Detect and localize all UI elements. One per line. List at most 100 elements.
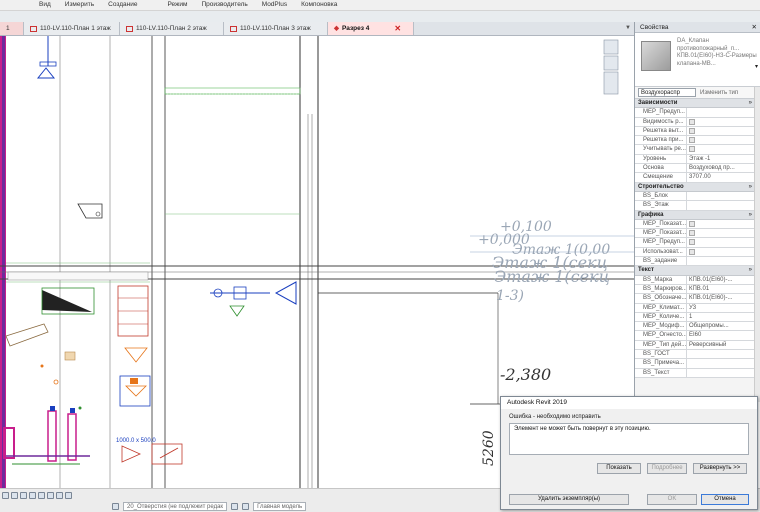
property-row[interactable]: Уровень Этаж -1 <box>635 154 755 165</box>
reveal-hidden-icon[interactable] <box>65 491 72 499</box>
collapse-icon[interactable]: » <box>749 99 752 108</box>
property-value[interactable]: КПВ.01(EI60)-... <box>687 294 755 302</box>
property-value[interactable] <box>687 127 755 135</box>
property-value[interactable]: 3707.00 <box>687 173 755 181</box>
property-value[interactable] <box>687 257 755 265</box>
checkbox[interactable] <box>689 146 695 153</box>
property-row[interactable]: BS_ГОСТ <box>635 350 755 360</box>
tab-section-4[interactable]: ◆ Разрез 4 ✕ <box>328 22 414 35</box>
property-row[interactable]: MEP_Количе... 1 <box>635 312 755 323</box>
checkbox[interactable] <box>689 118 695 125</box>
property-value[interactable]: Реверсивный <box>687 341 755 349</box>
property-value[interactable]: У3 <box>687 304 755 312</box>
tab-plan-1[interactable]: 110-LV.110-План 1 этаж <box>24 22 120 35</box>
property-row[interactable]: BS_Примеча... <box>635 359 755 369</box>
design-options-icon[interactable] <box>242 503 250 510</box>
property-row[interactable]: Видимость р... <box>635 117 755 127</box>
property-row[interactable]: MEP_Показат... <box>635 229 755 239</box>
property-section[interactable]: Текст » <box>635 266 755 276</box>
crop-view-icon[interactable] <box>47 491 54 499</box>
checkbox[interactable] <box>689 239 695 246</box>
menu-manufacturer[interactable]: Производитель <box>195 0 255 10</box>
properties-scrollbar[interactable] <box>754 87 760 402</box>
property-row[interactable]: MEP_Показат... <box>635 219 755 230</box>
property-value[interactable]: КПВ.01(EI60)-... <box>687 276 755 284</box>
tab-close-icon[interactable]: ✕ <box>394 22 401 35</box>
menu-layout[interactable]: Компоновка <box>294 0 344 10</box>
menu-measure[interactable]: Измерить <box>58 0 101 10</box>
property-value[interactable]: Этаж -1 <box>687 155 755 163</box>
property-row[interactable]: Использоват... <box>635 247 755 258</box>
checkbox[interactable] <box>689 220 695 227</box>
delete-instances-button[interactable]: Удалить экземпляр(ы) <box>509 494 629 505</box>
checkbox[interactable] <box>689 230 695 237</box>
property-section[interactable]: Зависимости » <box>635 99 755 109</box>
collapse-icon[interactable]: » <box>749 183 752 192</box>
property-value[interactable]: Общепромы... <box>687 322 755 330</box>
scale-icon[interactable] <box>2 491 9 499</box>
property-row[interactable]: Учитывать ре... <box>635 145 755 155</box>
properties-close-icon[interactable]: ✕ <box>752 22 757 33</box>
show-button[interactable]: Показать <box>597 463 641 474</box>
property-row[interactable]: MEP_Модиф... Общепромы... <box>635 322 755 332</box>
sun-path-icon[interactable] <box>29 491 36 499</box>
property-value[interactable]: EI60 <box>687 331 755 339</box>
menu-create[interactable]: Создание <box>101 0 144 10</box>
property-value[interactable] <box>687 238 755 246</box>
menu-view[interactable]: Вид <box>32 0 58 10</box>
property-value[interactable] <box>687 350 755 358</box>
tab-plan-2[interactable]: 110-LV.110-План 2 этаж <box>120 22 224 35</box>
checkbox[interactable] <box>689 127 695 134</box>
property-row[interactable]: BS_Обозначе... КПВ.01(EI60)-... <box>635 294 755 304</box>
property-value[interactable] <box>687 229 755 237</box>
main-model-dropdown[interactable]: Главная модель <box>253 502 307 511</box>
property-row[interactable]: BS_Этаж <box>635 201 755 211</box>
category-dropdown[interactable]: Воздухораспр <box>638 88 696 97</box>
editable-only-icon[interactable] <box>231 503 239 510</box>
property-value[interactable] <box>687 118 755 126</box>
property-value[interactable]: Воздуховод пр... <box>687 164 755 172</box>
property-value[interactable] <box>687 220 755 228</box>
property-value[interactable] <box>687 201 755 209</box>
property-value[interactable] <box>687 136 755 144</box>
property-row[interactable]: Решетка при... <box>635 136 755 146</box>
edit-type-button[interactable]: Изменить тип <box>700 90 738 96</box>
menu-modplus[interactable]: ModPlus <box>255 0 294 10</box>
tabs-dropdown-icon[interactable]: ▼ <box>625 25 631 31</box>
property-row[interactable]: BS_Блок <box>635 191 755 202</box>
property-value[interactable] <box>687 369 755 377</box>
chevron-down-icon[interactable]: ▾ <box>755 63 758 70</box>
collapse-icon[interactable]: » <box>749 211 752 220</box>
expand-button[interactable]: Развернуть >> <box>693 463 747 474</box>
property-value[interactable] <box>687 108 755 116</box>
property-value[interactable] <box>687 359 755 367</box>
shadows-icon[interactable] <box>38 491 45 499</box>
detail-level-icon[interactable] <box>11 491 18 499</box>
property-row[interactable]: BS_Марка КПВ.01(EI60)-... <box>635 275 755 285</box>
property-row[interactable]: MEP_Предуп... <box>635 108 755 118</box>
menu-mode[interactable]: Режим <box>160 0 194 10</box>
tab-1[interactable]: 1 <box>0 22 24 35</box>
workset-dropdown[interactable]: 20_Отверстия (не подлежит редак <box>123 502 228 511</box>
property-row[interactable]: MEP_Огнесто... EI60 <box>635 331 755 341</box>
checkbox[interactable] <box>689 248 695 255</box>
property-value[interactable] <box>687 145 755 153</box>
property-row[interactable]: Смещение 3707.00 <box>635 173 755 183</box>
property-section[interactable]: Графика » <box>635 210 755 220</box>
property-row[interactable]: Основа Воздуховод пр... <box>635 164 755 174</box>
property-value[interactable] <box>687 192 755 200</box>
visual-style-icon[interactable] <box>20 491 27 499</box>
property-row[interactable]: BS_задание <box>635 257 755 267</box>
property-row[interactable]: MEP_Тип дей... Реверсивный <box>635 340 755 351</box>
message-scrollbar[interactable] <box>741 425 747 453</box>
property-row[interactable]: Решетка выт... <box>635 126 755 137</box>
property-row[interactable]: BS_Текст <box>635 368 755 378</box>
property-section[interactable]: Строительство » <box>635 182 755 192</box>
property-row[interactable]: BS_Маркиров... КПВ.01 <box>635 284 755 295</box>
checkbox[interactable] <box>689 137 695 144</box>
property-value[interactable]: КПВ.01 <box>687 285 755 293</box>
property-value[interactable] <box>687 248 755 256</box>
hide-isolate-icon[interactable] <box>56 491 63 499</box>
type-selector[interactable]: DA_Клапан противопожарный_п... КПВ.01(EI… <box>635 33 760 87</box>
cancel-button[interactable]: Отмена <box>701 494 749 505</box>
